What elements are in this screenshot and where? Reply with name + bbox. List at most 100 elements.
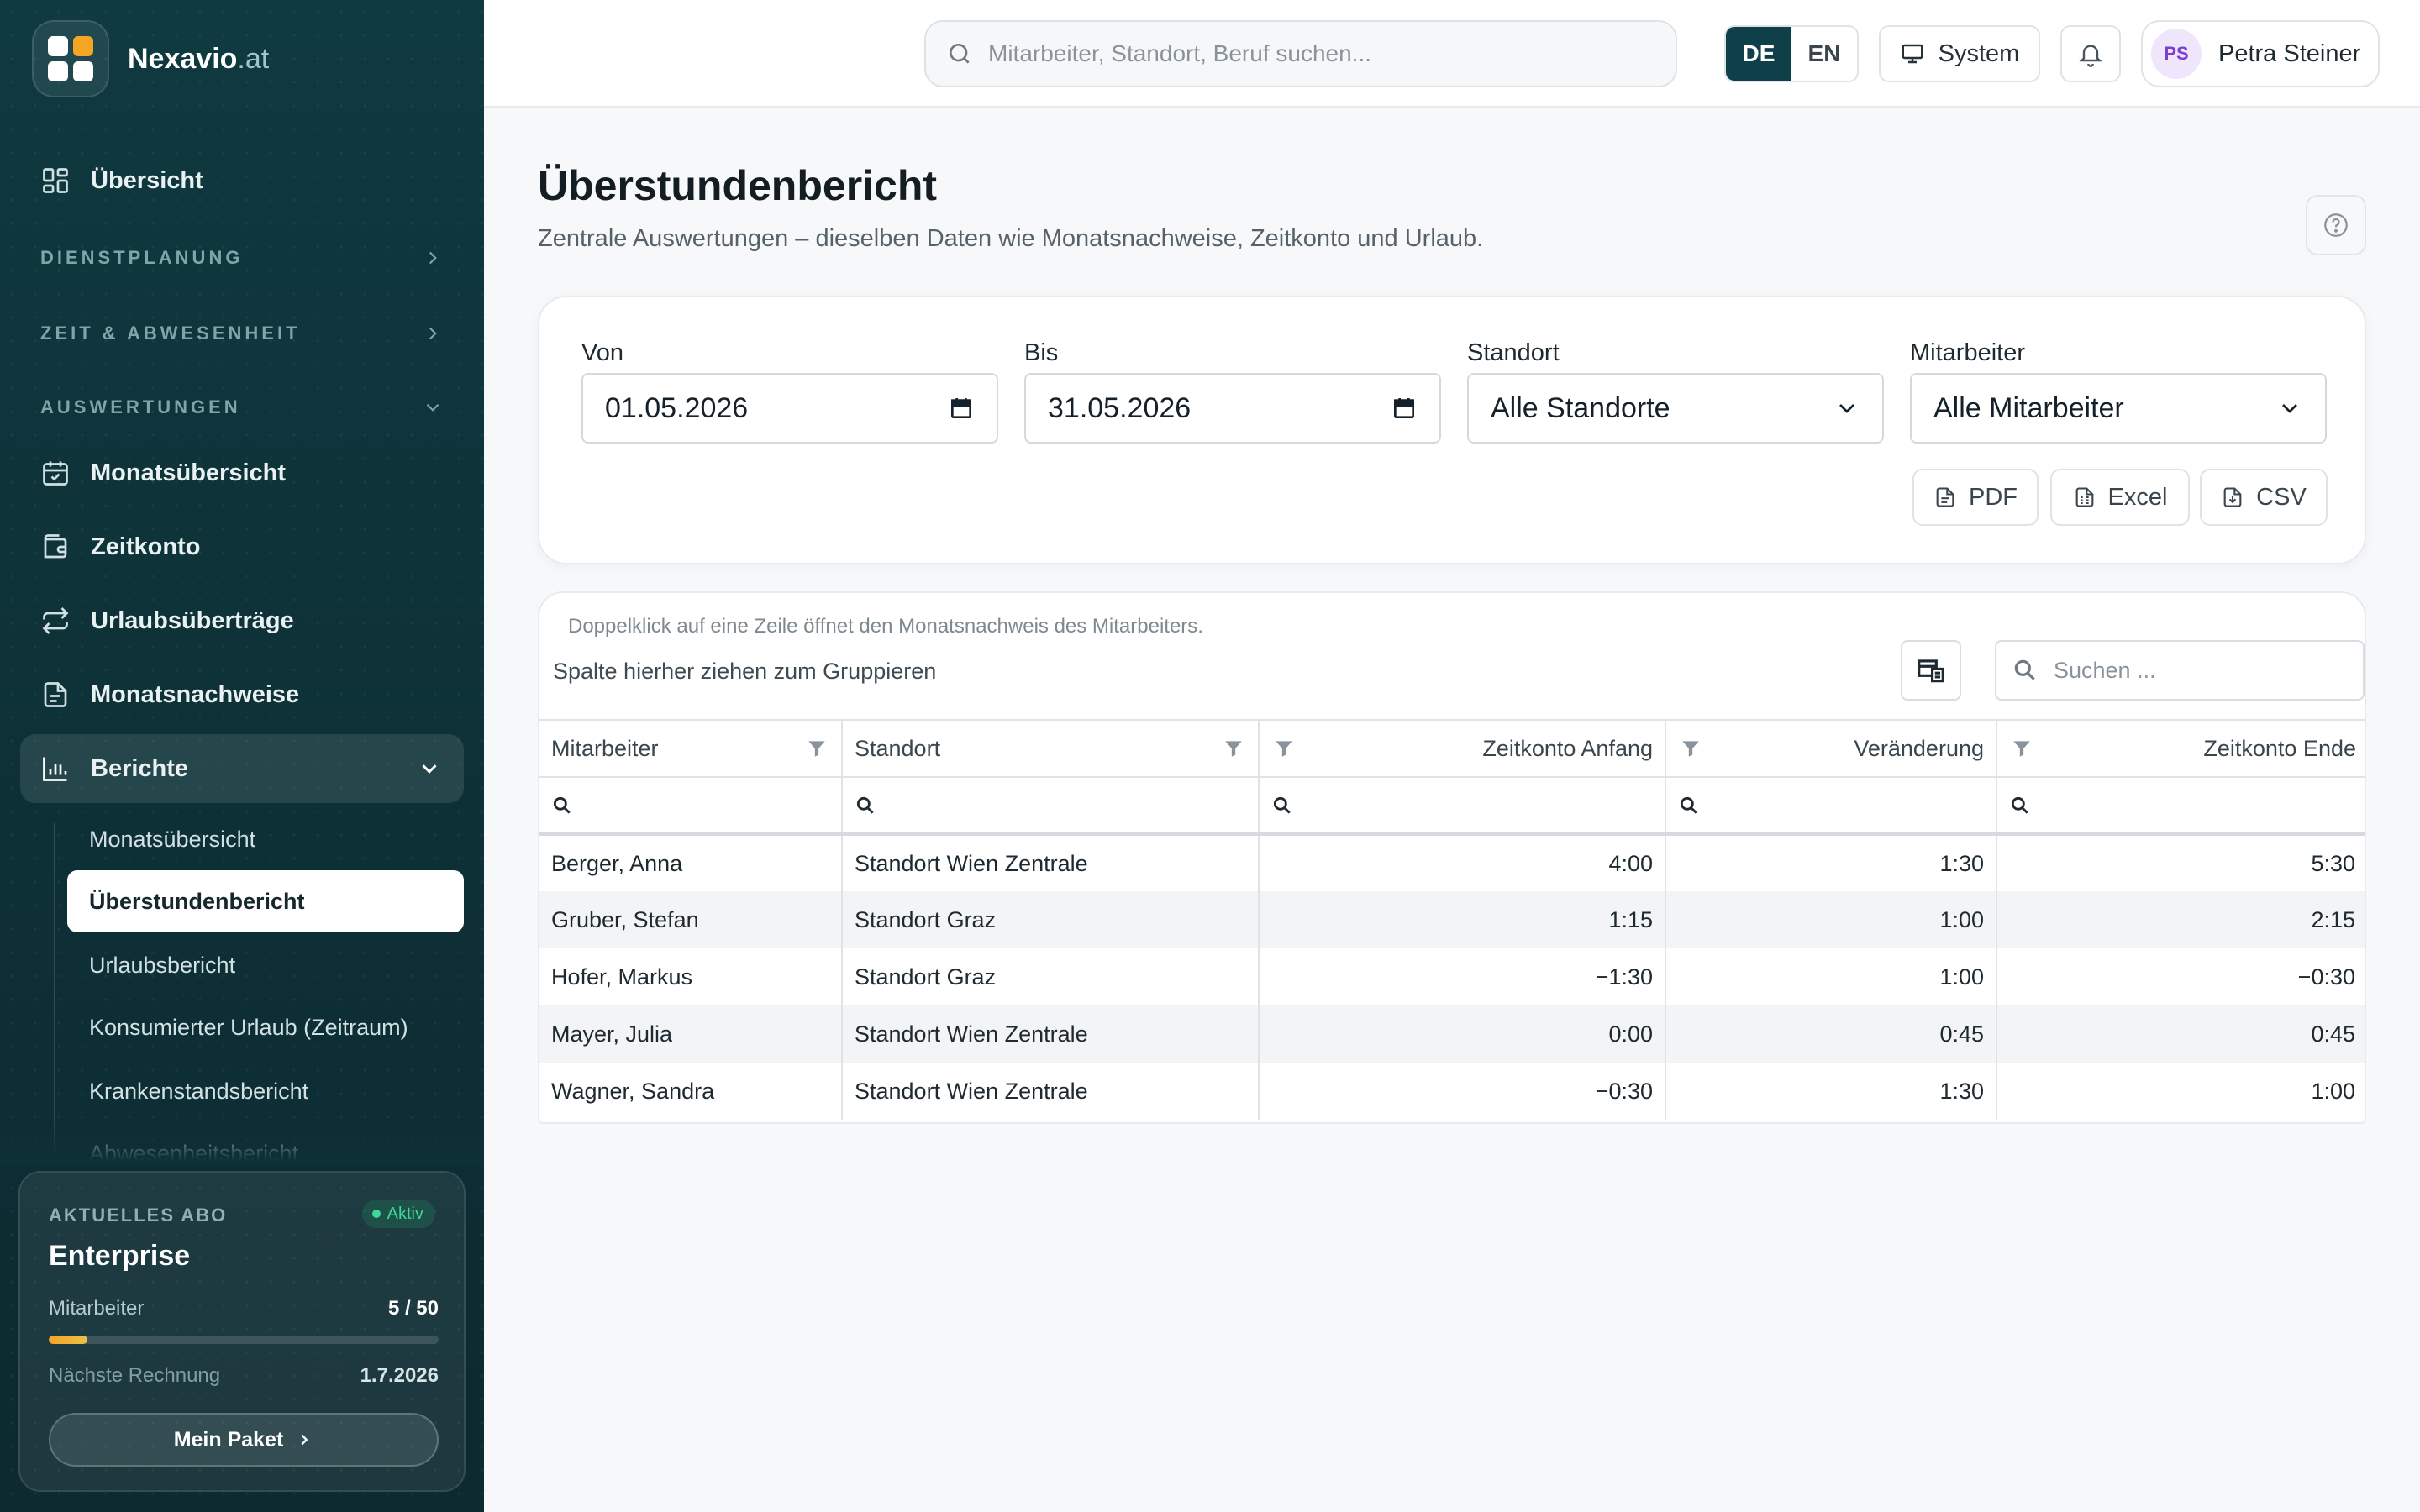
subnav-urlaubsbericht[interactable]: Urlaubsbericht	[67, 934, 464, 996]
cell-end: 0:45	[1996, 1005, 2365, 1063]
subnav-monatsuebersicht[interactable]: Monatsübersicht	[67, 808, 464, 870]
column-header-label: Zeitkonto Anfang	[1482, 735, 1653, 761]
cell-employee: Mayer, Julia	[539, 1005, 843, 1063]
cell-change: 0:45	[1665, 1005, 1997, 1063]
status-badge-label: Aktiv	[387, 1204, 424, 1223]
table-row[interactable]: Mayer, Julia Standort Wien Zentrale 0:00…	[539, 1005, 2365, 1063]
table-row[interactable]: Berger, Anna Standort Wien Zentrale 4:00…	[539, 834, 2365, 891]
file-text-icon	[1936, 487, 1954, 507]
chevron-right-icon	[429, 251, 437, 265]
plan-invoice-label: Nächste Rechnung	[49, 1364, 221, 1387]
cell-location: Standort Graz	[842, 891, 1260, 948]
page-title: Überstundenbericht	[538, 162, 938, 209]
global-search-input[interactable]	[988, 40, 1644, 67]
employee-select[interactable]: Alle Mitarbeiter	[1910, 373, 2327, 444]
nav-monatsuebersicht[interactable]: Monatsübersicht	[20, 438, 464, 507]
search-icon	[2011, 796, 2028, 814]
search-icon	[1680, 796, 1697, 814]
nav-monatsnachweise-label: Monatsnachweise	[91, 680, 300, 708]
location-select[interactable]: Alle Standorte	[1467, 373, 1884, 444]
employee-value: Alle Mitarbeiter	[1933, 391, 2124, 424]
section-zeit-abwesenheit[interactable]: ZEIT & ABWESENHEIT	[40, 323, 444, 344]
cell-location: Standort Graz	[842, 948, 1260, 1005]
employee-usage-bar	[49, 1336, 439, 1344]
subnav-ueberstundenbericht[interactable]: Überstundenbericht	[67, 870, 464, 932]
section-dienstplanung-label: DIENSTPLANUNG	[40, 247, 244, 268]
table-row[interactable]: Wagner, Sandra Standort Wien Zentrale −0…	[539, 1063, 2365, 1120]
nav-urlaubsuebertraege-label: Urlaubsüberträge	[91, 606, 294, 634]
filter-icon[interactable]	[1680, 738, 1702, 759]
table-row[interactable]: Gruber, Stefan Standort Graz 1:15 1:00 2…	[539, 891, 2365, 948]
cell-employee: Wagner, Sandra	[539, 1063, 843, 1120]
table-row[interactable]: Hofer, Markus Standort Graz −1:30 1:00 −…	[539, 948, 2365, 1005]
filter-icon[interactable]	[2011, 738, 2033, 759]
column-filter-cell[interactable]	[1259, 777, 1666, 836]
notifications-button[interactable]	[2060, 25, 2121, 82]
plan-invoice-row: Nächste Rechnung 1.7.2026	[49, 1364, 439, 1388]
column-header-mitarbeiter[interactable]: Mitarbeiter	[539, 719, 843, 778]
export-pdf-button[interactable]: PDF	[1912, 469, 2039, 526]
grid-search-input[interactable]	[2054, 657, 2356, 684]
location-value: Alle Standorte	[1491, 391, 1670, 424]
column-filter-cell[interactable]	[842, 777, 1260, 836]
nav-overview-label: Übersicht	[91, 166, 203, 194]
nav-monatsnachweise[interactable]: Monatsnachweise	[20, 660, 464, 729]
calendar-icon[interactable]	[948, 395, 975, 422]
column-filter-cell[interactable]	[539, 777, 843, 836]
theme-button[interactable]: System	[1879, 25, 2040, 82]
column-header-standort[interactable]: Standort	[842, 719, 1260, 778]
column-header-label: Mitarbeiter	[551, 735, 659, 761]
column-header-zeitkonto-ende[interactable]: Zeitkonto Ende	[1996, 719, 2365, 778]
export-excel-button[interactable]: Excel	[2050, 469, 2190, 526]
user-menu-button[interactable]: PS Petra Steiner	[2141, 20, 2380, 87]
column-header-veraenderung[interactable]: Veränderung	[1665, 719, 1997, 778]
search-icon	[950, 44, 970, 64]
column-chooser-button[interactable]	[1901, 640, 1961, 701]
plan-name: Enterprise	[49, 1240, 191, 1272]
chevron-right-icon	[301, 1434, 308, 1446]
cell-change: 1:30	[1665, 1063, 1997, 1120]
nav-berichte[interactable]: Berichte	[20, 734, 464, 803]
search-icon	[2014, 659, 2035, 680]
nav-overview[interactable]: Übersicht	[20, 146, 464, 215]
search-icon	[553, 796, 571, 814]
filter-icon[interactable]	[806, 738, 828, 759]
calendar-check-icon	[43, 461, 68, 486]
lang-de-button[interactable]: DE	[1726, 27, 1791, 81]
section-auswertungen[interactable]: AUSWERTUNGEN	[40, 396, 444, 418]
grid-search[interactable]	[1995, 640, 2365, 701]
column-filter-cell[interactable]	[1996, 777, 2365, 836]
cell-location: Standort Wien Zentrale	[842, 1063, 1260, 1120]
nav-urlaubsuebertraege[interactable]: Urlaubsüberträge	[20, 586, 464, 655]
calendar-icon[interactable]	[1391, 395, 1418, 422]
lang-en-button[interactable]: EN	[1791, 27, 1857, 81]
cell-start: 0:00	[1259, 1005, 1666, 1063]
my-package-button[interactable]: Mein Paket	[49, 1413, 439, 1467]
status-dot-icon	[371, 1210, 381, 1218]
global-search[interactable]	[924, 20, 1677, 87]
filter-icon[interactable]	[1223, 738, 1244, 759]
data-table: Mitarbeiter Standort Zeitkonto Anfang Ve…	[539, 719, 2365, 1120]
avatar: PS	[2151, 29, 2202, 79]
from-date-input[interactable]: 01.05.2026	[581, 373, 998, 444]
page-subtitle: Zentrale Auswertungen – dieselben Daten …	[538, 225, 1484, 252]
submenu-fade	[0, 1116, 484, 1166]
submenu-line	[54, 823, 55, 1159]
to-date-input[interactable]: 31.05.2026	[1024, 373, 1441, 444]
group-panel[interactable]: Spalte hierher ziehen zum Gruppieren	[553, 659, 936, 685]
brand[interactable]: Nexavio.at	[32, 20, 269, 97]
employee-usage-fill	[49, 1336, 88, 1344]
cell-start: 4:00	[1259, 834, 1666, 891]
subnav-krankenstandsbericht[interactable]: Krankenstandsbericht	[67, 1060, 464, 1122]
column-header-zeitkonto-anfang[interactable]: Zeitkonto Anfang	[1259, 719, 1666, 778]
cell-employee: Gruber, Stefan	[539, 891, 843, 948]
cell-location: Standort Wien Zentrale	[842, 834, 1260, 891]
export-csv-button[interactable]: CSV	[2200, 469, 2328, 526]
help-button[interactable]	[2306, 195, 2366, 255]
filter-icon[interactable]	[1273, 738, 1295, 759]
subnav-konsumierter-urlaub[interactable]: Konsumierter Urlaub (Zeitraum)	[67, 996, 464, 1058]
chevron-down-icon	[426, 403, 439, 412]
column-filter-cell[interactable]	[1665, 777, 1997, 836]
nav-zeitkonto[interactable]: Zeitkonto	[20, 512, 464, 581]
section-dienstplanung[interactable]: DIENSTPLANUNG	[40, 247, 444, 269]
